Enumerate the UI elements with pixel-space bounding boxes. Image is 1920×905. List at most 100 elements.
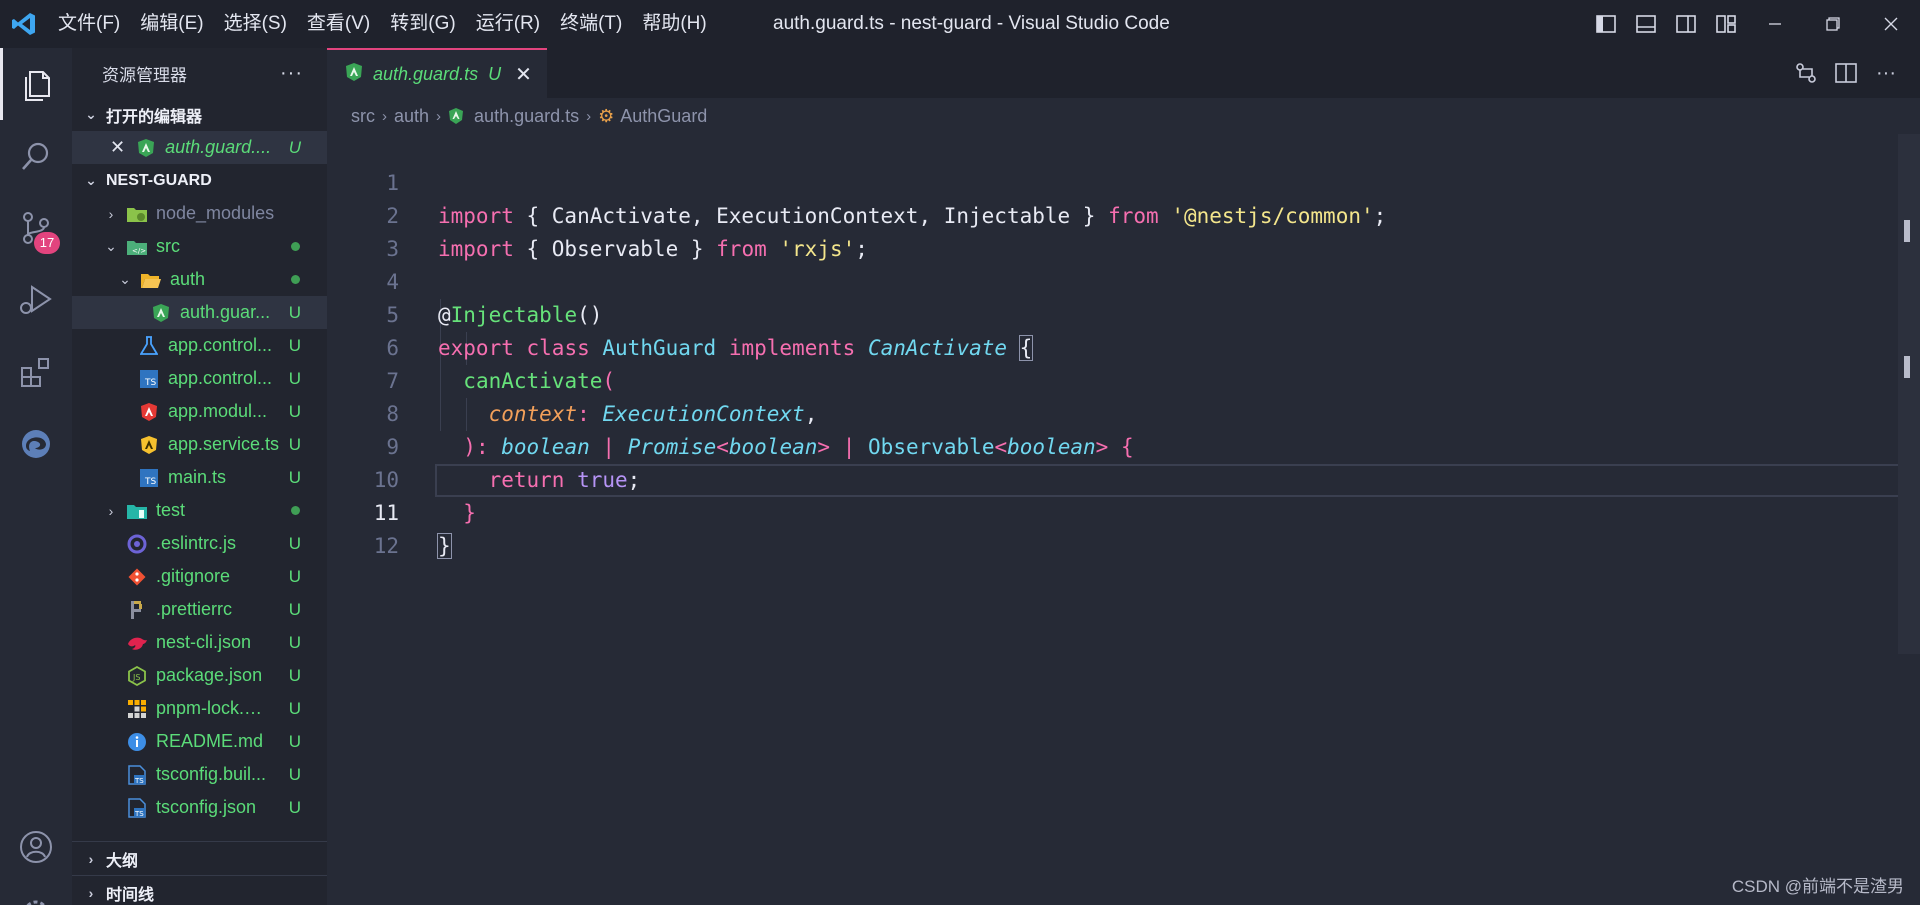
tree-file-main[interactable]: TS main.ts U — [72, 461, 327, 494]
tree-file-pnpm-lock[interactable]: pnpm-lock.y... U — [72, 692, 327, 725]
modified-dot — [291, 275, 300, 284]
svg-text:</>: </> — [132, 247, 146, 255]
more-actions-icon[interactable]: ··· — [1866, 48, 1906, 98]
toggle-panel-icon[interactable] — [1626, 0, 1666, 48]
tree-file-package-json[interactable]: JS package.json U — [72, 659, 327, 692]
breadcrumb-src[interactable]: src — [351, 106, 375, 127]
tree-file-nest-cli[interactable]: nest-cli.json U — [72, 626, 327, 659]
menu-help[interactable]: 帮助(H) — [632, 0, 716, 48]
tree-folder-auth[interactable]: ⌄ auth — [72, 263, 327, 296]
tree-file-app-service[interactable]: app.service.ts U — [72, 428, 327, 461]
activity-bar: 17 — [0, 48, 72, 905]
git-status: U — [288, 665, 301, 685]
git-status: U — [288, 467, 301, 487]
tree-item-label: main.ts — [168, 467, 227, 487]
tree-file-gitignore[interactable]: .gitignore U — [72, 560, 327, 593]
scm-badge: 17 — [34, 232, 60, 254]
tab-label: auth.guard.ts — [373, 63, 479, 84]
git-icon — [126, 566, 148, 588]
tree-item-label: auth — [170, 269, 206, 289]
tree-folder-test[interactable]: › test — [72, 494, 327, 527]
open-changes-icon[interactable] — [1786, 48, 1826, 98]
tree-file-prettierrc[interactable]: .prettierrc U — [72, 593, 327, 626]
chevron-right-icon: › — [586, 107, 592, 125]
source-control-icon[interactable]: 17 — [0, 192, 72, 264]
git-status: U — [288, 401, 301, 421]
toggle-primary-sidebar-icon[interactable] — [1586, 0, 1626, 48]
close-icon[interactable]: ✕ — [110, 137, 125, 158]
breadcrumb-file[interactable]: auth.guard.ts — [474, 106, 579, 127]
svg-text:JS: JS — [132, 673, 140, 682]
outline-section[interactable]: › 大纲 — [72, 842, 327, 875]
close-icon[interactable] — [1862, 0, 1920, 48]
breadcrumb-symbol[interactable]: AuthGuard — [620, 106, 707, 127]
chevron-right-icon: › — [436, 107, 442, 125]
settings-gear-icon[interactable] — [0, 883, 72, 905]
tree-item-label: README.md — [156, 731, 264, 751]
open-editor-item[interactable]: ✕ auth.guard.... U — [72, 131, 327, 164]
tree-file-readme[interactable]: README.md U — [72, 725, 327, 758]
angular-guard-file-icon — [345, 62, 363, 87]
customize-layout-icon[interactable] — [1706, 0, 1746, 48]
split-editor-icon[interactable] — [1826, 48, 1866, 98]
chevron-right-icon: › — [108, 502, 114, 519]
angular-guard-file-icon — [448, 107, 464, 125]
window-title: auth.guard.ts - nest-guard - Visual Stud… — [773, 13, 1170, 34]
info-icon — [126, 731, 148, 753]
code-editor[interactable]: 1 import { CanActivate, ExecutionContext… — [327, 134, 1917, 905]
more-actions-icon[interactable]: ··· — [280, 62, 303, 85]
modified-dot — [291, 506, 300, 515]
git-status: U — [288, 632, 301, 652]
title-bar: 文件(F) 编辑(E) 选择(S) 查看(V) 转到(G) 运行(R) 终端(T… — [0, 0, 1920, 48]
watermark: CSDN @前端不是渣男 — [1731, 877, 1904, 896]
menu-edit[interactable]: 编辑(E) — [130, 0, 213, 48]
toggle-secondary-sidebar-icon[interactable] — [1666, 0, 1706, 48]
test-flask-icon — [138, 335, 160, 357]
tree-file-eslintrc[interactable]: .eslintrc.js U — [72, 527, 327, 560]
menu-run[interactable]: 运行(R) — [466, 0, 550, 48]
project-section[interactable]: ⌄ NEST-GUARD — [72, 164, 327, 197]
restore-icon[interactable] — [1804, 0, 1862, 48]
menu-selection[interactable]: 选择(S) — [214, 0, 297, 48]
git-status: U — [288, 137, 301, 157]
search-icon[interactable] — [0, 120, 72, 192]
code-line-8: 8 ): boolean | Promise<boolean> | Observ… — [386, 402, 1134, 459]
tab-auth-guard[interactable]: auth.guard.ts U ✕ — [327, 48, 547, 98]
code-line-4: 4 @Injectable() — [386, 270, 603, 327]
code-line-6: 6 canActivate( — [386, 336, 616, 393]
edge-devtools-icon[interactable] — [0, 408, 72, 480]
extensions-icon[interactable] — [0, 336, 72, 408]
tree-file-app-controller[interactable]: TS app.control... U — [72, 362, 327, 395]
node-folder-icon — [126, 203, 148, 225]
open-folder-icon — [140, 269, 162, 291]
menu-view[interactable]: 查看(V) — [297, 0, 380, 48]
tsconfig-icon: TS — [126, 764, 148, 786]
menu-go[interactable]: 转到(G) — [380, 0, 465, 48]
tab-git-status: U — [488, 63, 502, 84]
minimize-icon[interactable] — [1746, 0, 1804, 48]
tree-item-label: pnpm-lock.y... — [156, 698, 266, 718]
angular-module-icon — [138, 401, 160, 423]
explorer-icon[interactable] — [0, 48, 72, 120]
menu-file[interactable]: 文件(F) — [48, 0, 130, 48]
code-line-11: 11 } — [373, 501, 452, 559]
angular-guard-file-icon — [135, 137, 157, 159]
tree-file-auth-guard[interactable]: auth.guar... U — [72, 296, 327, 329]
tree-file-app-controller-spec[interactable]: app.control... U — [72, 329, 327, 362]
tree-file-tsconfig[interactable]: TS tsconfig.json U — [72, 791, 327, 824]
chevron-right-icon: › — [108, 205, 114, 222]
editor-scrollbar[interactable] — [1898, 134, 1920, 654]
account-icon[interactable] — [0, 811, 72, 883]
tree-folder-src[interactable]: ⌄ </> src — [72, 230, 327, 263]
breadcrumb-auth[interactable]: auth — [394, 106, 429, 127]
menu-terminal[interactable]: 终端(T) — [550, 0, 632, 48]
timeline-section[interactable]: › 时间线 — [72, 876, 327, 905]
angular-guard-file-icon — [150, 302, 172, 324]
tree-file-tsconfig-build[interactable]: TS tsconfig.buil... U — [72, 758, 327, 791]
tree-file-app-module[interactable]: app.modul... U — [72, 395, 327, 428]
tree-item-label: app.service.ts — [168, 434, 280, 454]
close-icon[interactable]: ✕ — [515, 62, 532, 87]
run-debug-icon[interactable] — [0, 264, 72, 336]
open-editors-section[interactable]: ⌄ 打开的编辑器 — [72, 98, 327, 131]
tree-folder-node-modules[interactable]: › node_modules — [72, 197, 327, 230]
